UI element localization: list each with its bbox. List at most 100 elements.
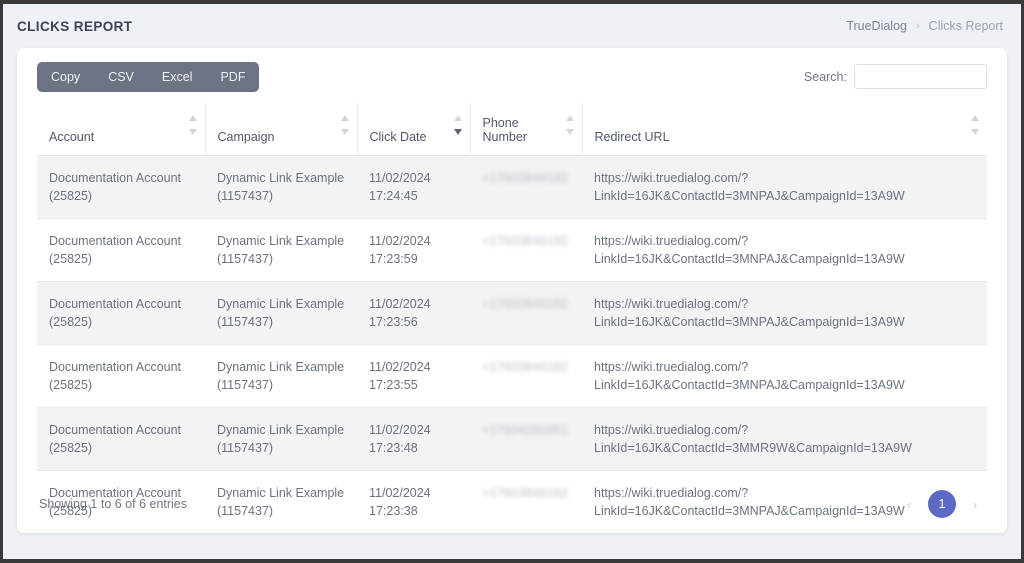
phone-number-redacted: +17603846182 — [482, 296, 569, 311]
copy-button[interactable]: Copy — [37, 62, 94, 92]
table-row[interactable]: Documentation Account (25825) Dynamic Link… — [37, 218, 987, 282]
sort-arrows-phone-number[interactable] — [565, 115, 575, 141]
cell-account-line: Documentation Account — [49, 422, 182, 437]
cell-campaign: Dynamic Link Example (1157437) — [205, 218, 357, 282]
cell-account: Documentation Account (25825) — [37, 218, 205, 282]
column-header-click-date[interactable]: Click Date — [357, 103, 471, 156]
cell-campaign-line: Dynamic Link Example — [217, 233, 345, 248]
pagination-page-1[interactable]: 1 — [928, 490, 956, 518]
pdf-button[interactable]: PDF — [206, 62, 259, 92]
cell-redirect-url: https://wiki.truedialog.com/? LinkId=16JK… — [582, 218, 987, 282]
sort-descending-icon — [565, 129, 574, 135]
table-row[interactable]: Documentation Account (25825) Dynamic Link… — [37, 155, 987, 219]
cell-account: Documentation Account (25825) — [37, 344, 205, 408]
redirect-url-line: LinkId=16JK&ContactId=3MNPAJ&CampaignId=… — [594, 188, 905, 203]
column-header-account[interactable]: Account — [37, 103, 206, 156]
cell-phone-number: +17603846182 — [470, 155, 582, 219]
table-row[interactable]: Documentation Account (25825) Dynamic Link… — [37, 407, 987, 471]
cell-click-date: 11/02/2024 17:24:45 — [357, 155, 470, 219]
cell-account: Documentation Account (25825) — [37, 407, 205, 471]
breadcrumb-item-current: Clicks Report — [928, 19, 1003, 33]
entries-info: Showing 1 to 6 of 6 entries — [39, 497, 188, 511]
sort-descending-icon — [188, 129, 197, 135]
sort-ascending-icon — [188, 115, 197, 121]
phone-number-redacted: +17604280951 — [482, 422, 569, 437]
phone-number-redacted: +17603846182 — [482, 233, 569, 248]
cell-redirect-url: https://wiki.truedialog.com/? LinkId=16JK… — [582, 155, 987, 219]
phone-number-redacted: +17603846182 — [482, 170, 569, 185]
cell-click-date-line: 17:23:48 — [369, 440, 418, 455]
sort-descending-icon — [340, 129, 349, 135]
table-header-row: Account Campaign Click Date Phone Number… — [37, 103, 987, 156]
cell-redirect-url: https://wiki.truedialog.com/? LinkId=16JK… — [582, 281, 987, 345]
redirect-url-line: https://wiki.truedialog.com/? — [594, 422, 749, 437]
cell-phone-number: +17603846182 — [470, 344, 582, 408]
cell-click-date-line: 11/02/2024 — [369, 296, 431, 311]
cell-campaign: Dynamic Link Example (1157437) — [205, 155, 357, 219]
column-header-phone-number-label: Phone Number — [482, 115, 527, 144]
cell-click-date-line: 17:23:59 — [369, 251, 418, 266]
cell-campaign: Dynamic Link Example (1157437) — [205, 281, 357, 345]
sort-arrows-account[interactable] — [188, 115, 198, 141]
column-header-campaign[interactable]: Campaign — [205, 103, 358, 156]
table-toolbar: Copy CSV Excel PDF Search: — [17, 48, 1007, 103]
sort-ascending-icon — [971, 115, 979, 121]
cell-click-date: 11/02/2024 17:23:59 — [357, 218, 470, 282]
cell-account-line: Documentation Account — [49, 170, 182, 185]
cell-click-date-line: 11/02/2024 — [369, 233, 431, 248]
cell-click-date-line: 17:23:55 — [369, 377, 418, 392]
sort-ascending-icon — [340, 115, 349, 121]
cell-redirect-url: https://wiki.truedialog.com/? LinkId=16JK… — [582, 407, 987, 471]
cell-account-line: (25825) — [49, 377, 93, 392]
cell-campaign-line: (1157437) — [217, 377, 274, 392]
pagination-previous-icon[interactable]: ‹ — [899, 493, 919, 515]
page-title: CLICKS REPORT — [17, 18, 133, 34]
redirect-url-line: https://wiki.truedialog.com/? — [594, 359, 749, 374]
table-row[interactable]: Documentation Account (25825) Dynamic Link… — [37, 344, 987, 408]
redirect-url-line: LinkId=16JK&ContactId=3MMR9W&CampaignId=… — [594, 440, 912, 455]
cell-account-line: (25825) — [49, 440, 93, 455]
cell-campaign-line: Dynamic Link Example — [217, 170, 345, 185]
redirect-url-line: LinkId=16JK&ContactId=3MNPAJ&CampaignId=… — [594, 314, 905, 329]
search-label: Search: — [803, 69, 847, 84]
sort-arrows-redirect-url[interactable] — [971, 115, 980, 141]
excel-button[interactable]: Excel — [148, 62, 207, 92]
table-footer: Showing 1 to 6 of 6 entries ‹ 1 › — [17, 475, 1007, 533]
column-header-redirect-url-label: Redirect URL — [594, 129, 670, 144]
cell-account: Documentation Account (25825) — [37, 155, 205, 219]
search-input[interactable] — [854, 64, 987, 89]
pagination-next-icon[interactable]: › — [965, 493, 985, 515]
search-area: Search: — [804, 64, 987, 89]
pagination: ‹ 1 › — [899, 490, 985, 518]
cell-campaign-line: (1157437) — [217, 251, 274, 266]
sort-descending-icon — [453, 129, 462, 135]
export-button-group: Copy CSV Excel PDF — [37, 62, 260, 92]
cell-click-date-line: 11/02/2024 — [369, 359, 431, 374]
table-head: Account Campaign Click Date Phone Number… — [37, 103, 987, 156]
redirect-url-line: https://wiki.truedialog.com/? — [594, 233, 749, 248]
breadcrumb-item-truedialog[interactable]: TrueDialog — [846, 19, 907, 33]
cell-account-line: Documentation Account — [49, 359, 182, 374]
cell-click-date: 11/02/2024 17:23:48 — [357, 407, 470, 471]
cell-account-line: Documentation Account — [49, 296, 182, 311]
column-header-account-label: Account — [49, 129, 95, 144]
cell-click-date: 11/02/2024 17:23:56 — [357, 281, 470, 345]
cell-campaign-line: (1157437) — [217, 188, 274, 203]
clicks-report-table: Account Campaign Click Date Phone Number… — [37, 103, 987, 533]
cell-click-date: 11/02/2024 17:23:55 — [357, 344, 470, 408]
phone-number-redacted: +17603846182 — [482, 359, 569, 374]
page-header: CLICKS REPORT TrueDialog › Clicks Report — [3, 4, 1021, 48]
cell-campaign-line: (1157437) — [217, 440, 274, 455]
sort-arrows-campaign[interactable] — [340, 115, 350, 141]
table-container: Account Campaign Click Date Phone Number… — [17, 103, 1007, 533]
cell-campaign: Dynamic Link Example (1157437) — [205, 407, 357, 471]
cell-account-line: (25825) — [49, 251, 93, 266]
csv-button[interactable]: CSV — [94, 62, 148, 92]
cell-account-line: Documentation Account — [49, 233, 182, 248]
column-header-phone-number[interactable]: Phone Number — [470, 103, 583, 156]
cell-campaign-line: (1157437) — [217, 314, 274, 329]
sort-arrows-click-date[interactable] — [453, 115, 463, 141]
cell-click-date-line: 11/02/2024 — [369, 422, 431, 437]
column-header-redirect-url[interactable]: Redirect URL — [582, 103, 987, 156]
table-row[interactable]: Documentation Account (25825) Dynamic Link… — [37, 281, 987, 345]
